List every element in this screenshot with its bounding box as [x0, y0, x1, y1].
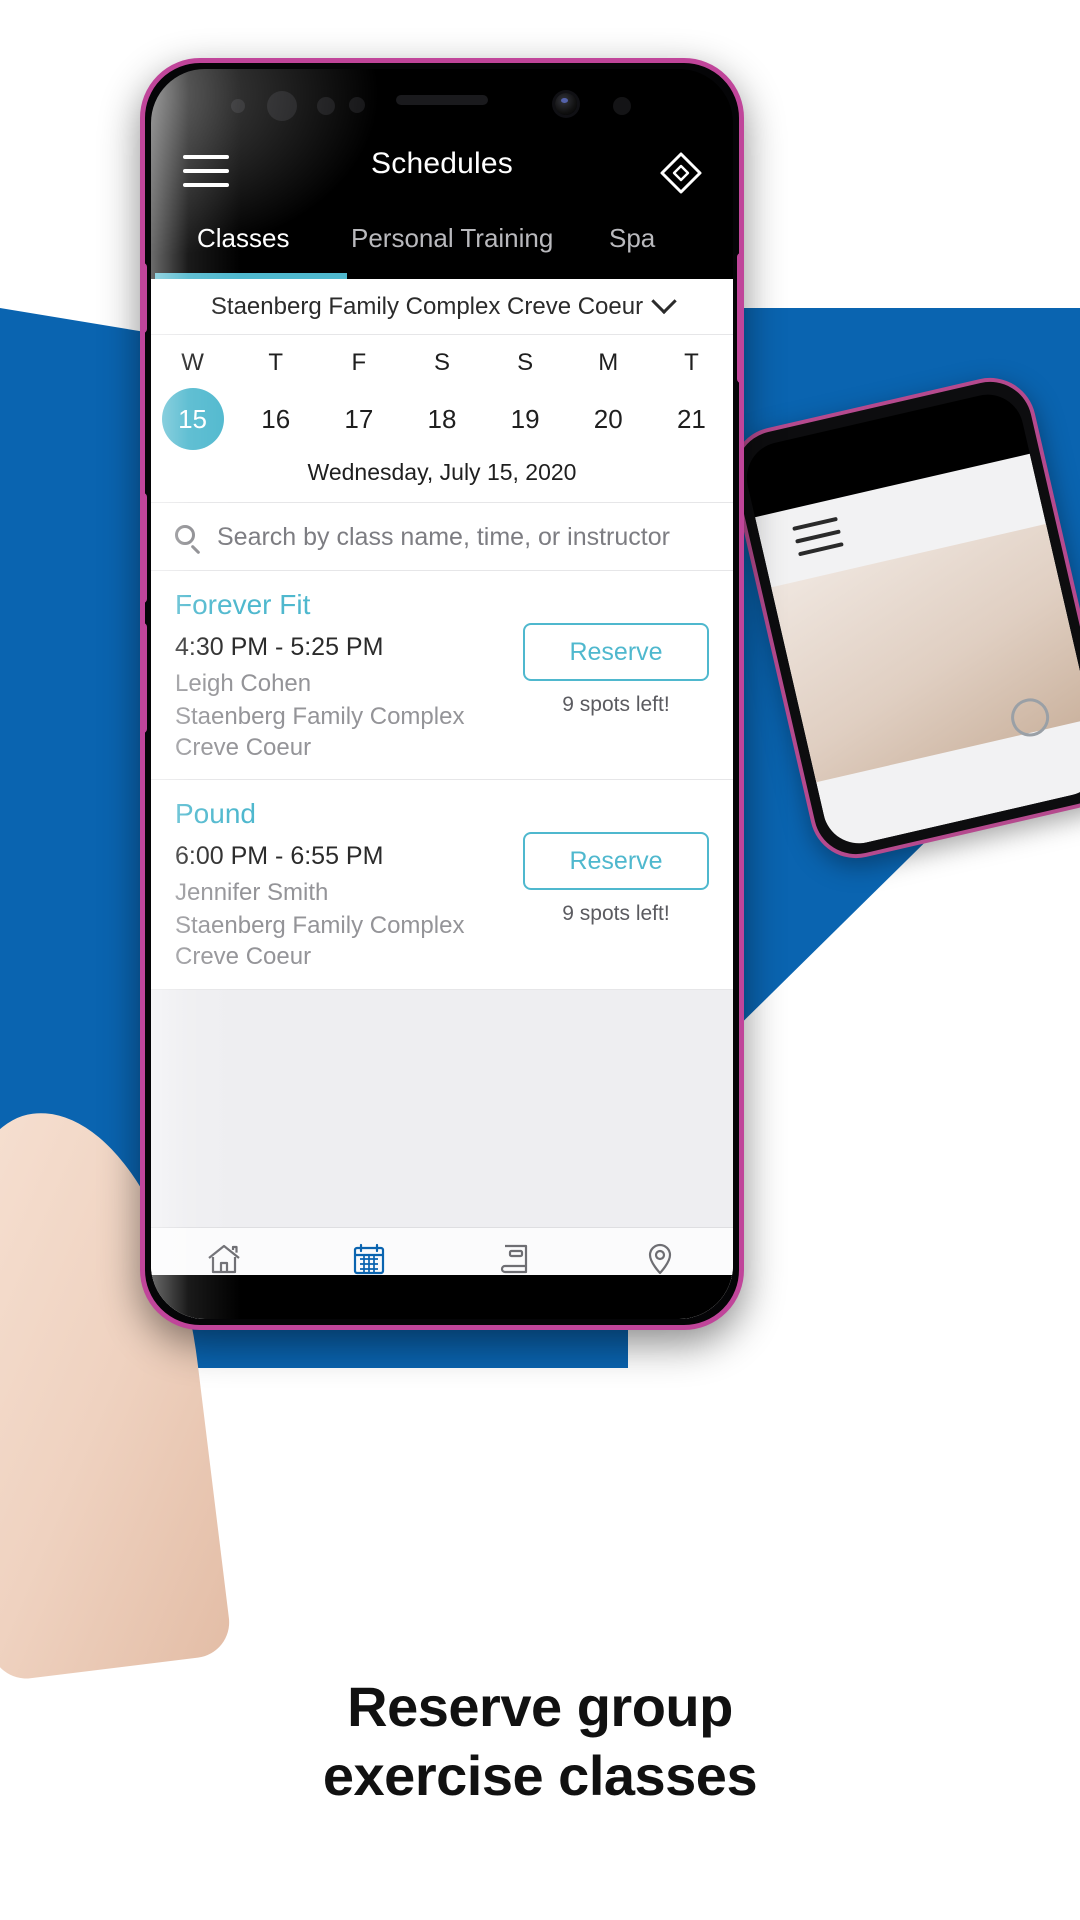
selected-full-date: Wednesday, July 15, 2020 — [151, 451, 733, 503]
book-icon — [495, 1239, 535, 1279]
phone-sensor-row — [151, 69, 733, 131]
ticket-tag-icon[interactable] — [657, 149, 705, 197]
day-cell-selected[interactable]: 15 — [151, 387, 234, 451]
home-icon — [204, 1239, 244, 1279]
reserve-button[interactable]: Reserve — [523, 623, 709, 681]
sensor-dot — [613, 97, 631, 115]
location-selector[interactable]: Staenberg Family Complex Creve Coeur — [151, 279, 733, 335]
tab-personal-training[interactable]: Personal Training — [351, 223, 553, 254]
phone-side-button-volume-down — [145, 623, 147, 733]
day-number: 15 — [161, 388, 224, 450]
class-name: Pound — [175, 798, 256, 830]
earpiece-sensor — [267, 91, 297, 121]
reserve-button[interactable]: Reserve — [523, 832, 709, 891]
app-content: Staenberg Family Complex Creve Coeur W T… — [151, 279, 733, 1319]
search-bar[interactable]: Search by class name, time, or instructo… — [151, 505, 733, 571]
day-cell[interactable]: 17 — [317, 387, 400, 451]
weekday-initial: F — [351, 349, 367, 376]
phone-mockup: Schedules Classes Personal Training Spa … — [140, 58, 744, 1330]
location-name: Staenberg Family Complex Creve Coeur — [210, 292, 644, 320]
caption: Reserve group exercise classes — [0, 1672, 1080, 1811]
phone-bottom-bezel — [151, 1275, 733, 1319]
weekday-initial: T — [268, 349, 284, 376]
app-bar: Schedules — [151, 131, 733, 211]
spots-left-label: 9 spots left! — [562, 693, 670, 716]
calendar-icon — [349, 1239, 389, 1279]
sensor-dot — [349, 97, 365, 113]
search-input[interactable]: Search by class name, time, or instructo… — [217, 523, 670, 552]
empty-list-area — [151, 989, 733, 1227]
sensor-dot — [231, 99, 245, 113]
spots-left-label: 9 spots left! — [562, 902, 670, 926]
weekday-initial: W — [181, 349, 204, 376]
caption-line-2: exercise classes — [322, 1744, 758, 1808]
map-pin-icon — [640, 1239, 680, 1279]
phone-side-button-volume-up — [145, 493, 147, 603]
weekday-initial: M — [598, 349, 619, 376]
class-instructor: Leigh Cohen — [175, 670, 312, 697]
weekday-initial: S — [433, 349, 450, 376]
phone-side-button-mute — [145, 263, 147, 333]
day-numbers-row: 15 16 17 18 19 20 21 — [151, 387, 733, 451]
tab-personal-training-label: Personal Training — [351, 223, 554, 253]
day-cell[interactable]: 19 — [484, 387, 567, 451]
class-instructor: Jennifer Smith — [175, 879, 329, 907]
class-list-item[interactable]: Pound 6:00 PM - 6:55 PM Jennifer Smith S… — [151, 780, 733, 990]
weekday-initial: T — [684, 349, 699, 376]
day-number: 21 — [676, 404, 706, 434]
front-camera — [555, 93, 577, 115]
day-number: 17 — [344, 404, 374, 434]
day-number: 19 — [510, 404, 540, 434]
tab-classes[interactable]: Classes — [197, 223, 289, 254]
weekday-initials-row: W T F S S M T — [151, 345, 733, 387]
caption-line-1: Reserve group — [347, 1675, 733, 1738]
screenshot-root: Schedules Classes Personal Training Spa … — [0, 0, 1080, 1920]
day-number: 20 — [593, 404, 623, 434]
tab-bar: Classes Personal Training Spa — [151, 211, 733, 279]
class-time: 4:30 PM - 5:25 PM — [175, 633, 384, 661]
earpiece-speaker — [396, 95, 488, 105]
page-title: Schedules — [371, 147, 513, 180]
weekday-initial: S — [517, 349, 534, 376]
tab-spa-label: Spa — [609, 223, 656, 253]
phone-side-button-power — [737, 253, 739, 383]
day-number: 18 — [427, 404, 457, 434]
class-list-item[interactable]: Forever Fit 4:30 PM - 5:25 PM Leigh Cohe… — [151, 571, 733, 781]
sensor-dot — [317, 97, 335, 115]
day-cell[interactable]: 21 — [650, 387, 733, 451]
tab-spa[interactable]: Spa — [609, 223, 655, 254]
phone-screen: Schedules Classes Personal Training Spa … — [151, 69, 733, 1319]
day-cell[interactable]: 20 — [567, 387, 650, 451]
class-name: Forever Fit — [175, 589, 311, 620]
chevron-down-icon — [651, 288, 677, 314]
week-date-picker: W T F S S M T 15 16 17 18 19 20 21 Wedne… — [151, 335, 733, 505]
search-icon — [175, 524, 201, 554]
class-location: Staenberg Family Complex Creve Coeur — [175, 703, 465, 761]
day-cell[interactable]: 16 — [234, 387, 317, 451]
day-cell[interactable]: 18 — [400, 387, 483, 451]
class-time: 6:00 PM - 6:55 PM — [175, 842, 384, 871]
day-number: 16 — [261, 404, 291, 434]
class-location: Staenberg Family Complex Creve Coeur — [175, 912, 465, 971]
tab-classes-label: Classes — [197, 223, 290, 253]
